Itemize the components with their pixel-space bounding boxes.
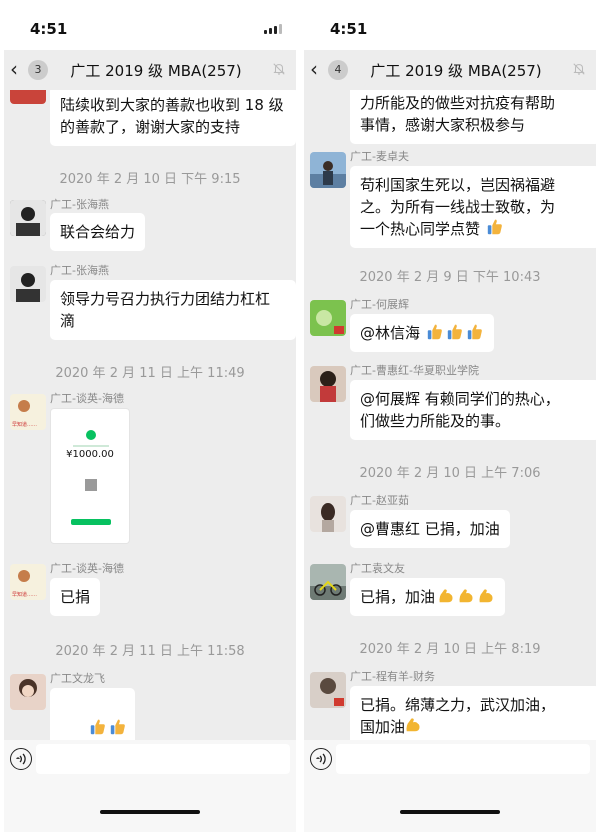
message-list[interactable]: 力所能及的做些对抗疫有帮助 事情，感谢大家积极参与 广工-麦卓夫 苟利国家生死以…: [304, 90, 596, 740]
sender-name: 广工-曹惠红-华夏职业学院: [350, 364, 479, 377]
flexed-biceps-emoji: [404, 716, 422, 734]
voice-icon[interactable]: [310, 748, 332, 770]
avatar[interactable]: [10, 674, 46, 710]
status-bar: 4:51: [304, 0, 596, 50]
thumbs-up-emoji: [109, 718, 127, 736]
message-bubble[interactable]: [50, 688, 135, 740]
thumbs-up-emoji: [486, 218, 504, 236]
sender-name: 广工文龙飞: [50, 672, 105, 685]
sender-name: 广工-赵亚茹: [350, 494, 409, 507]
message-text: 已捐。绵薄之力，武汉加油， 国加油: [360, 696, 556, 736]
thumbs-up-emoji: [466, 323, 484, 341]
avatar[interactable]: 早知道……: [10, 564, 46, 600]
avatar[interactable]: 早知道……: [10, 394, 46, 430]
avatar[interactable]: [10, 90, 46, 104]
message-bubble[interactable]: 力所能及的做些对抗疫有帮助 事情，感谢大家积极参与: [350, 90, 596, 144]
sender-name: 广工-何展辉: [350, 298, 409, 311]
message-text: 苟利国家生死以，岂因祸福避 之。为所有一线战士致敬，为 一个热心同学点赞: [360, 176, 556, 238]
status-bar: 4:51: [4, 0, 296, 50]
input-bar: [4, 740, 296, 776]
message-bubble[interactable]: @曹惠红 已捐，加油: [350, 510, 510, 548]
done-button[interactable]: [71, 519, 111, 525]
message-bubble[interactable]: 已捐: [50, 578, 101, 616]
voice-icon[interactable]: [10, 748, 32, 770]
avatar[interactable]: [310, 564, 346, 600]
message-bubble[interactable]: 苟利国家生死以，岂因祸福避 之。为所有一线战士致敬，为 一个热心同学点赞: [350, 166, 596, 248]
signal-icon: [264, 24, 282, 34]
message-bubble[interactable]: @何展辉 有赖同学们的热心， 们做些力所能及的事。: [350, 380, 596, 440]
timestamp: 2020 年 2 月 10 日 上午 7:06: [359, 466, 541, 481]
thumbs-up-emoji: [89, 718, 107, 736]
payment-amount: ¥1000.00: [66, 449, 114, 460]
mute-bell-icon: [272, 62, 286, 76]
payee-thumbnail: [85, 479, 97, 491]
flexed-biceps-emoji: [457, 587, 475, 605]
home-indicator-area: [4, 776, 296, 832]
avatar[interactable]: [10, 200, 46, 236]
sender-name: 广工-谈英-海德: [50, 562, 124, 575]
flexed-biceps-emoji: [477, 587, 495, 605]
chat-panel-right: 4:51 ‹ 4 广工 2019 级 MBA(257) 力所能及的做些对抗疫有帮…: [304, 0, 596, 832]
avatar[interactable]: [310, 300, 346, 336]
message-bubble[interactable]: 领导力号召力执行力团结力杠杠 滴: [50, 280, 296, 340]
avatar[interactable]: [10, 266, 46, 302]
chat-panel-left: 4:51 ‹ 3 广工 2019 级 MBA(257) 陆续收到大家的善款也收到…: [4, 0, 296, 832]
mute-bell-icon: [572, 62, 586, 76]
avatar[interactable]: [310, 152, 346, 188]
sender-name: 广工-程有羊-财务: [350, 670, 435, 683]
message-bubble[interactable]: 已捐。绵薄之力，武汉加油， 国加油: [350, 686, 596, 740]
flexed-biceps-emoji: [437, 587, 455, 605]
sender-name: 广工-麦卓夫: [350, 150, 409, 163]
timestamp: 2020 年 2 月 11 日 上午 11:58: [55, 644, 245, 659]
sender-name: 广工-张海燕: [50, 264, 109, 277]
payment-screenshot-card[interactable]: ¥1000.00: [50, 408, 130, 544]
message-bubble[interactable]: @林信海: [350, 314, 495, 352]
avatar[interactable]: [310, 672, 346, 708]
message-bubble[interactable]: 联合会给力: [50, 213, 146, 251]
svg-text:早知道……: 早知道……: [12, 591, 37, 598]
chat-title: 广工 2019 级 MBA(257): [70, 62, 242, 80]
status-time: 4:51: [30, 20, 68, 38]
status-time: 4:51: [330, 20, 368, 38]
thumbs-up-emoji: [426, 323, 444, 341]
chat-header: ‹ 3 广工 2019 级 MBA(257): [4, 50, 296, 90]
avatar[interactable]: [310, 496, 346, 532]
message-input[interactable]: [336, 744, 590, 774]
message-text: @林信海: [360, 324, 421, 342]
home-indicator[interactable]: [400, 810, 500, 814]
avatar[interactable]: [310, 366, 346, 402]
timestamp: 2020 年 2 月 10 日 上午 8:19: [359, 642, 541, 657]
sender-name: 广工-张海燕: [50, 198, 109, 211]
message-list[interactable]: 陆续收到大家的善款也收到 18 级 的善款了，谢谢大家的支持 2020 年 2 …: [4, 90, 296, 740]
timestamp: 2020 年 2 月 9 日 下午 10:43: [359, 270, 541, 285]
svg-text:早知道……: 早知道……: [12, 421, 37, 428]
message-bubble[interactable]: 已捐，加油: [350, 578, 506, 616]
chat-header: ‹ 4 广工 2019 级 MBA(257): [304, 50, 596, 90]
message-input[interactable]: [36, 744, 290, 774]
message-bubble[interactable]: 陆续收到大家的善款也收到 18 级 的善款了，谢谢大家的支持: [50, 90, 296, 146]
sender-name: 广工-谈英-海德: [50, 392, 124, 405]
input-bar: [304, 740, 596, 776]
sender-name: 广工袁文友: [350, 562, 405, 575]
home-indicator-area: [304, 776, 596, 832]
timestamp: 2020 年 2 月 10 日 下午 9:15: [59, 172, 241, 187]
thumbs-up-emoji: [446, 323, 464, 341]
home-indicator[interactable]: [100, 810, 200, 814]
chat-title: 广工 2019 级 MBA(257): [370, 62, 542, 80]
timestamp: 2020 年 2 月 11 日 上午 11:49: [55, 366, 245, 381]
message-text: 已捐，加油: [360, 588, 436, 606]
